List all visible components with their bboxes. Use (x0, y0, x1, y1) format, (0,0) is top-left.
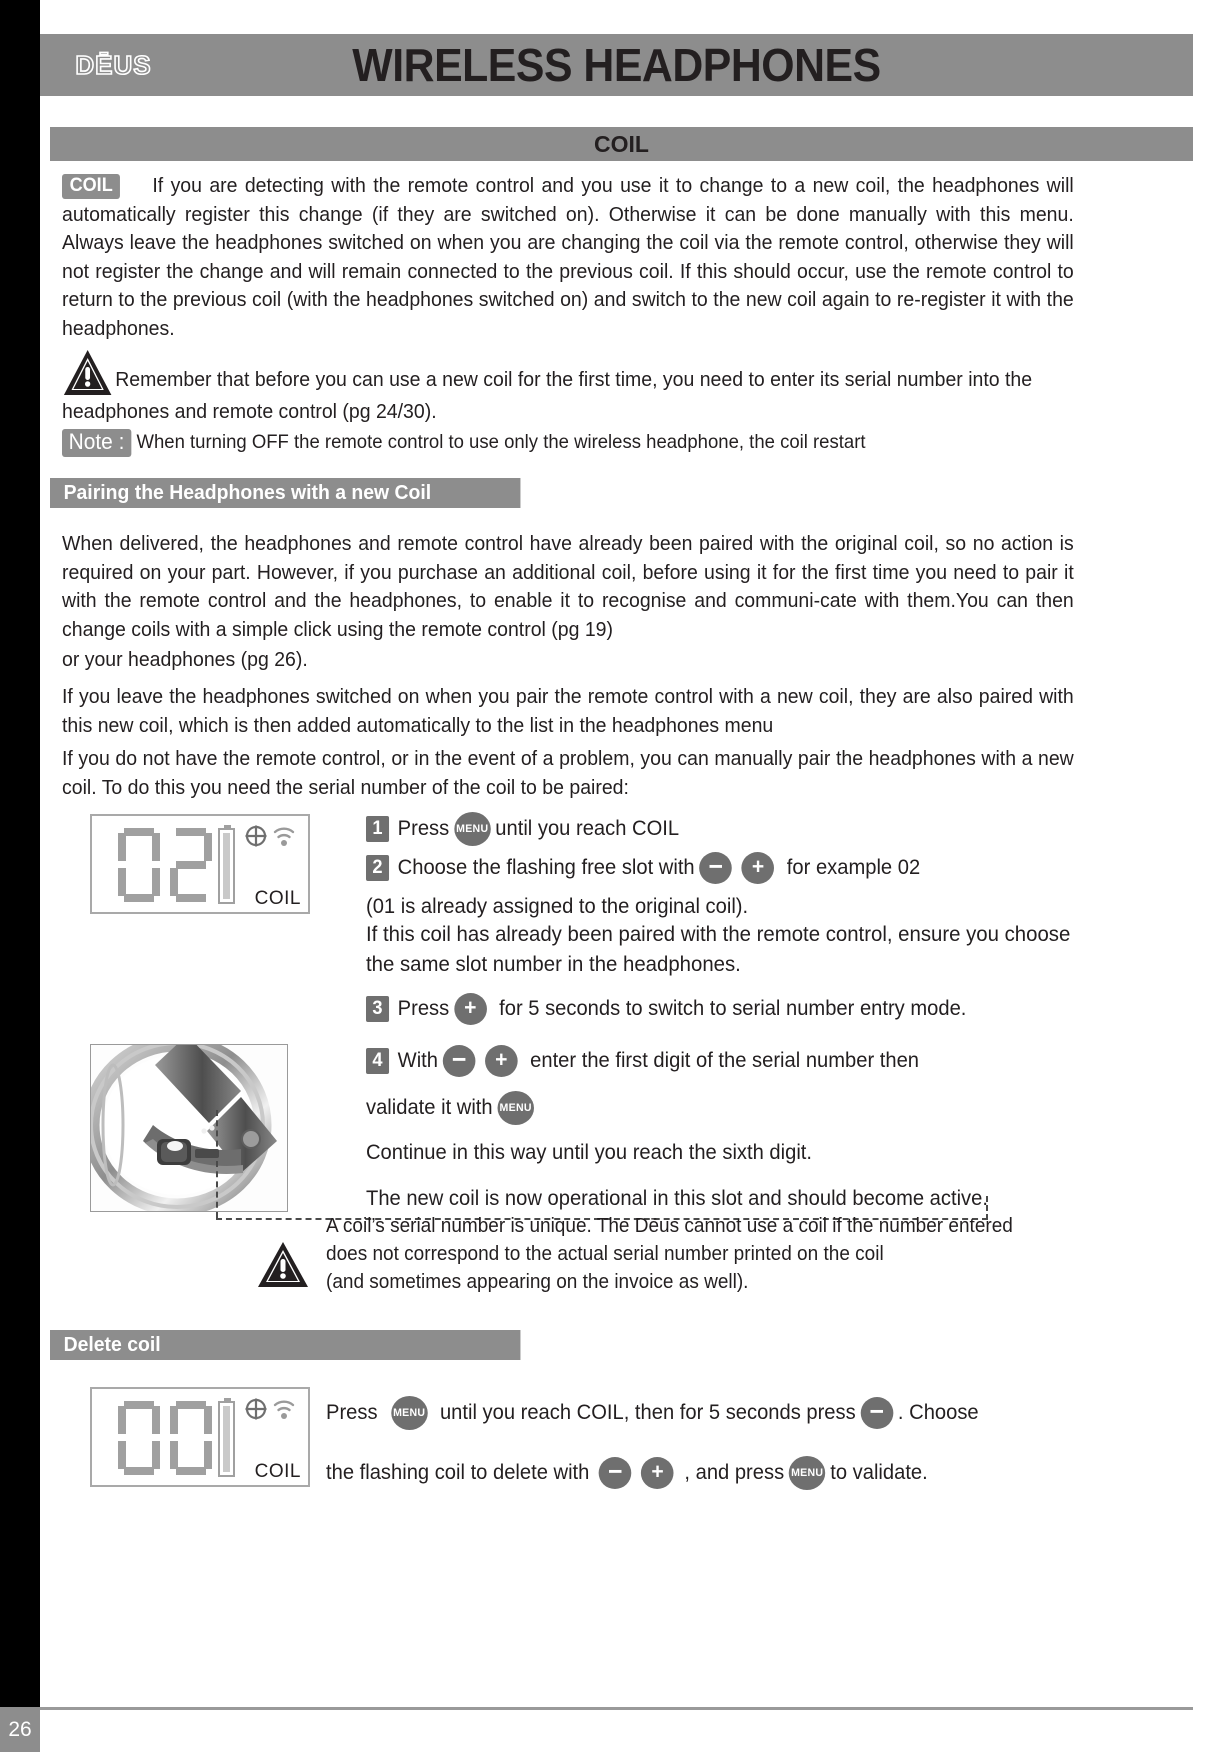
warning-2-line-2: does not correspond to the actual serial… (326, 1243, 884, 1265)
lcd-display-pairing: COIL (90, 814, 310, 914)
minus-button-icon[interactable]: − (442, 1045, 476, 1077)
step-1-pre: Press (397, 817, 450, 840)
minus-button-icon[interactable]: − (860, 1397, 894, 1429)
continue-text: Continue in this way until you reach the… (366, 1141, 813, 1164)
plus-button-icon[interactable]: + (454, 993, 487, 1025)
warning-2-line-1: A coil’s serial number is unique. The Dē… (326, 1215, 1013, 1237)
menu-button-icon[interactable]: MENU (497, 1091, 534, 1125)
page-content: WIRELESS HEADPHONES DĒUS COIL COIL If yo… (40, 0, 1193, 1752)
intro-text: If you are detecting with the remote con… (62, 174, 1074, 340)
step-row-3: 3 Press + for 5 seconds to switch to ser… (366, 993, 1076, 1025)
step-3-pre: Press (397, 997, 450, 1020)
delete-line1-c: . Choose (897, 1401, 979, 1424)
minus-button-icon[interactable]: − (598, 1457, 632, 1489)
wireless-icon (272, 824, 296, 848)
delete-line2-c: to validate. (830, 1461, 928, 1484)
pairing-paragraph-1: When delivered, the headphones and remot… (62, 532, 1074, 641)
pairing-paragraph-2: If you leave the headphones switched on … (62, 685, 1074, 737)
leader-line-vertical (216, 1110, 218, 1218)
pairing-paragraph-3: If you do not have the remote control, o… (62, 747, 1074, 799)
delete-line2-a: the flashing coil to delete with (326, 1461, 590, 1484)
header-band: WIRELESS HEADPHONES DĒUS (40, 34, 1193, 96)
coil-chip-label: COIL (62, 174, 121, 199)
subsection-pairing-heading: Pairing the Headphones with a new Coil (50, 478, 521, 508)
delete-instruction-line-2: the flashing coil to delete with − + , a… (326, 1456, 1084, 1490)
step-4-post: enter the first digit of the serial numb… (530, 1049, 920, 1072)
brand-logo: DĒUS (56, 46, 171, 84)
plus-button-icon[interactable]: + (641, 1457, 674, 1489)
validate-pre: validate it with (366, 1096, 493, 1119)
lcd-digit-2 (170, 1401, 212, 1475)
battery-icon (218, 825, 235, 904)
menu-button-icon[interactable]: MENU (454, 812, 491, 846)
step-2-note: (01 is already assigned to the original … (366, 895, 749, 918)
footer-divider (40, 1707, 1193, 1710)
step-number-1: 1 (366, 816, 390, 842)
step-number-4: 4 (366, 1048, 390, 1074)
note-text: When turning OFF the remote control to u… (136, 431, 866, 453)
step-2-pre: Choose the flashing free slot with (397, 856, 695, 879)
page-title: WIRELESS HEADPHONES (352, 39, 881, 91)
step-number-2: 2 (366, 855, 390, 881)
lcd-display-delete: COIL (90, 1387, 310, 1487)
battery-icon (218, 1398, 235, 1477)
pairing-paragraph-1b: or your headphones (pg 26). (62, 648, 308, 671)
delete-line1-b: until you reach COIL, then for 5 seconds… (439, 1401, 856, 1424)
warning-2-line-3: (and sometimes appearing on the invoice … (326, 1271, 749, 1293)
warning-1: Remember that before you can use a new c… (62, 348, 1074, 427)
delete-instruction-line-1: Press MENU until you reach COIL, then fo… (326, 1396, 1084, 1430)
step-row-4: 4 With − + enter the first digit of the … (366, 1045, 1076, 1077)
operational-text: The new coil is now operational in this … (366, 1187, 988, 1210)
lcd-seven-segment-digits (118, 828, 212, 902)
lcd-label-coil: COIL (254, 1461, 301, 1482)
coil-icon (244, 1397, 268, 1421)
intro-paragraph: COIL If you are detecting with the remot… (62, 172, 1074, 343)
warning-triangle-icon (256, 1240, 312, 1296)
plus-button-icon[interactable]: + (741, 852, 775, 884)
lcd-label-coil: COIL (254, 888, 301, 909)
lcd-digit-1 (118, 828, 160, 902)
step-number-3: 3 (366, 996, 390, 1022)
lcd-seven-segment-digits (118, 1401, 212, 1475)
page-number: 26 (0, 1707, 40, 1752)
plus-button-icon[interactable]: + (485, 1045, 518, 1077)
minus-button-icon[interactable]: − (699, 852, 733, 884)
step-row-2: 2 Choose the flashing free slot with − +… (366, 852, 1076, 884)
page-left-margin-bar (0, 0, 40, 1752)
slot-number-note: If this coil has already been paired wit… (366, 923, 1071, 976)
menu-button-icon[interactable]: MENU (390, 1396, 428, 1430)
warning-1-text: Remember that before you can use a new c… (62, 368, 1033, 423)
step-2-post: for example 02 (786, 856, 921, 879)
validate-row: validate it with MENU (366, 1091, 1076, 1125)
step-4-pre: With (397, 1049, 438, 1072)
step-1-post: until you reach COIL (495, 817, 680, 840)
lcd-digit-2 (170, 828, 212, 902)
delete-line2-b: , and press (684, 1461, 785, 1484)
delete-line1-a: Press (326, 1401, 378, 1424)
lcd-digit-1 (118, 1401, 160, 1475)
note-label: Note : (62, 429, 132, 457)
subsection-delete-coil-heading: Delete coil (50, 1330, 521, 1360)
step-3-post: for 5 seconds to switch to serial number… (499, 997, 967, 1020)
coil-photo (90, 1044, 288, 1212)
menu-button-icon[interactable]: MENU (788, 1456, 826, 1490)
section-header-coil: COIL (50, 127, 1193, 161)
step-row-1: 1 Press MENU until you reach COIL (366, 812, 1076, 846)
note-line: Note : When turning OFF the remote contr… (62, 428, 1074, 457)
wireless-icon (272, 1397, 296, 1421)
warning-triangle-icon (62, 348, 113, 398)
brand-logo-text: DĒUS (75, 49, 152, 81)
coil-icon (244, 824, 268, 848)
